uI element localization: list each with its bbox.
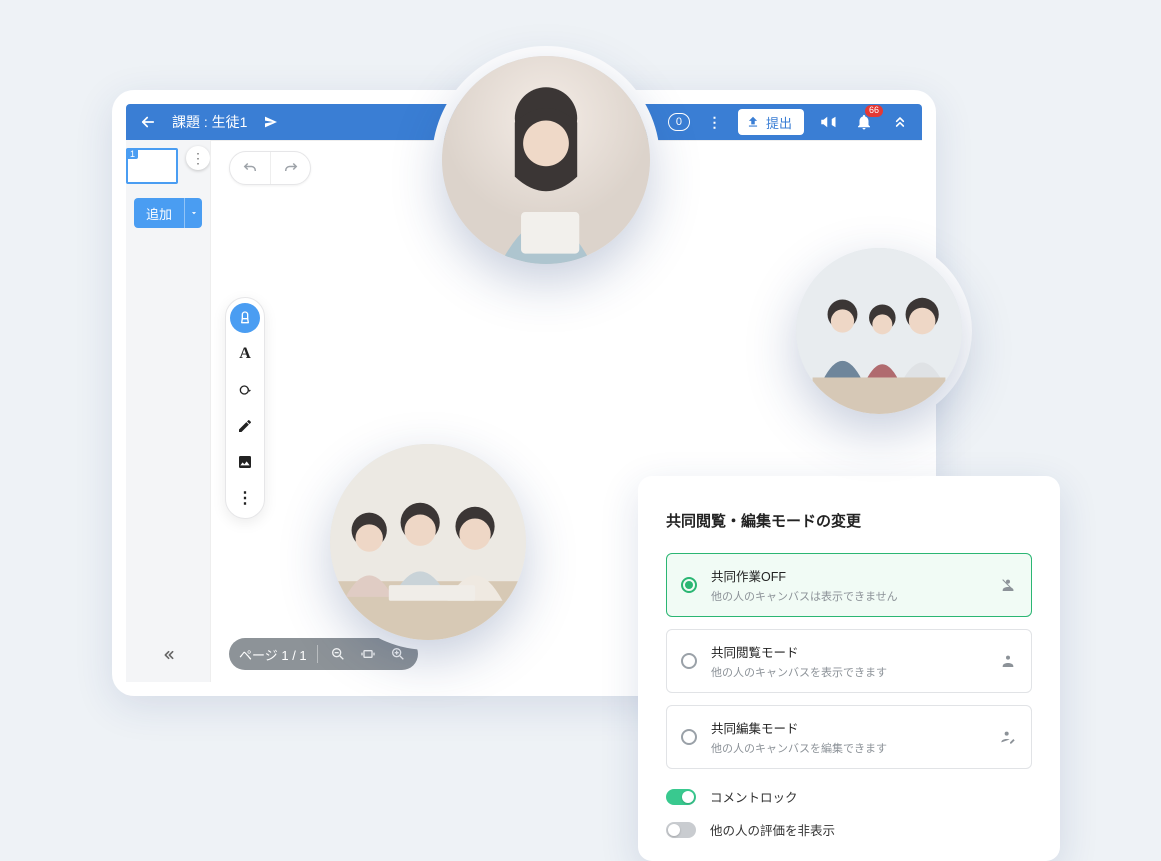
undo-button[interactable] [230, 152, 270, 184]
page-indicator: ページ 1 / 1 [239, 645, 307, 664]
zoom-out-icon[interactable] [328, 646, 348, 662]
tool-select[interactable] [230, 303, 260, 333]
share-icon[interactable] [259, 110, 283, 134]
collapse-sidebar-icon[interactable] [152, 639, 184, 674]
add-page-dropdown[interactable] [184, 198, 202, 228]
notifications-icon[interactable]: 66 [852, 110, 876, 134]
collapse-up-icon[interactable] [888, 110, 912, 134]
page-sidebar: 1 ⋮ 追加 [126, 140, 210, 682]
redo-button[interactable] [270, 152, 310, 184]
radio-icon [681, 729, 697, 745]
zoom-in-icon[interactable] [388, 646, 408, 662]
more-icon[interactable]: ⋮ [702, 110, 726, 134]
tool-pen[interactable] [230, 411, 260, 441]
footer-toolbar: ページ 1 / 1 [229, 638, 418, 670]
submit-button[interactable]: 提出 [738, 109, 804, 135]
fit-screen-icon[interactable] [358, 646, 378, 662]
tool-image[interactable] [230, 447, 260, 477]
mode-option-edit[interactable]: 共同編集モード 他の人のキャンバスを編集できます [666, 705, 1032, 769]
tool-rail: A ⋮ [225, 297, 265, 519]
person-off-icon [999, 577, 1017, 593]
radio-icon [681, 577, 697, 593]
notification-badge: 66 [864, 104, 884, 118]
tool-more-icon[interactable]: ⋮ [230, 483, 260, 513]
modal-title: 共同閲覧・編集モードの変更 [666, 510, 1032, 531]
person-edit-icon [999, 729, 1017, 745]
tool-text[interactable]: A [230, 339, 260, 369]
toggle-hide-others-rating[interactable] [666, 822, 696, 838]
back-icon[interactable] [136, 110, 160, 134]
collaboration-mode-modal: 共同閲覧・編集モードの変更 共同作業OFF 他の人のキャンバスは表示できません … [638, 476, 1060, 861]
toggle-comment-lock[interactable] [666, 789, 696, 805]
like-count: 0 [668, 113, 690, 131]
mode-option-off[interactable]: 共同作業OFF 他の人のキャンバスは表示できません [666, 553, 1032, 617]
add-page-button[interactable]: 追加 [134, 198, 184, 228]
megaphone-icon[interactable] [816, 110, 840, 134]
person-view-icon [999, 653, 1017, 669]
mode-option-view[interactable]: 共同閲覧モード 他の人のキャンバスを表示できます [666, 629, 1032, 693]
page-number: 1 [127, 149, 138, 159]
page-title: 課題 : 生徒1 [172, 112, 247, 132]
photo-bubble [796, 248, 962, 414]
undo-redo [229, 151, 311, 185]
tool-shape[interactable] [230, 375, 260, 405]
submit-label: 提出 [766, 113, 792, 132]
photo-bubble [330, 444, 526, 640]
photo-bubble [442, 56, 650, 264]
radio-icon [681, 653, 697, 669]
thumbnail-more-icon[interactable]: ⋮ [186, 146, 210, 170]
page-thumbnail[interactable]: 1 [126, 148, 178, 184]
